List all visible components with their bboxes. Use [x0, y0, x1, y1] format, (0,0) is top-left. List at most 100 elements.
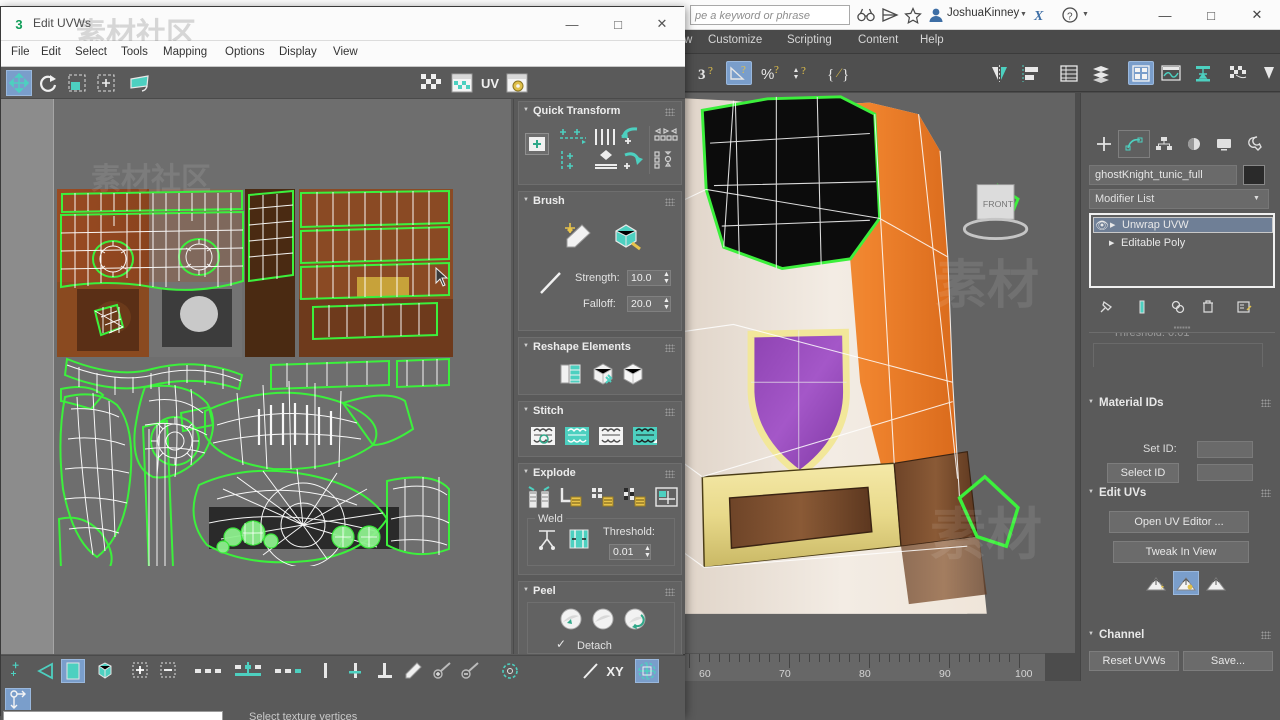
align-horizontal-icon[interactable] [559, 126, 589, 146]
render-icon[interactable] [880, 6, 900, 24]
stitch-selected-icon[interactable] [563, 423, 591, 449]
align-to-edge-icon[interactable] [373, 659, 397, 683]
falloff-spinner[interactable]: ▲ ▼ [663, 297, 670, 311]
layer-explorer-icon[interactable] [1056, 61, 1082, 85]
align-icon[interactable] [1018, 61, 1044, 85]
modifier-stack[interactable]: 👁 ▶ Unwrap UVW ▶ Editable Poly [1089, 213, 1275, 288]
angle-snap-icon[interactable]: ? [726, 61, 752, 85]
uvw-menu-select[interactable]: Select [75, 46, 107, 58]
render-setup-icon[interactable] [1260, 61, 1280, 85]
stitch-source-icon[interactable] [631, 423, 659, 449]
menu-item-scripting[interactable]: Scripting [787, 34, 832, 46]
named-selection-icon[interactable]: { ⁄ } [824, 61, 850, 85]
pelt-map-icon[interactable] [1173, 571, 1199, 595]
shrink-selection-icon[interactable] [157, 659, 181, 683]
object-color-swatch[interactable] [1243, 165, 1265, 185]
modify-tab[interactable] [1118, 130, 1150, 158]
max-close-button[interactable]: ✕ [1234, 0, 1280, 30]
uvw-close-button[interactable]: ✕ [639, 7, 685, 41]
align-vertical-icon[interactable] [559, 150, 589, 172]
modifier-stack-item-unwrap[interactable]: 👁 ▶ Unwrap UVW [1093, 217, 1273, 233]
spinner-snap-icon[interactable]: ? [790, 61, 816, 85]
max-minimize-button[interactable]: — [1142, 0, 1188, 30]
face-select-icon[interactable] [34, 659, 58, 683]
quick-peel-icon[interactable] [1143, 571, 1169, 595]
align-pivot-icon[interactable] [525, 133, 549, 155]
scene-explorer-icon[interactable] [1088, 61, 1114, 85]
user-icon[interactable] [926, 6, 946, 24]
checker-pattern-icon[interactable] [419, 70, 445, 96]
curve-editor-icon[interactable] [1158, 61, 1184, 85]
hierarchy-tab[interactable] [1149, 131, 1179, 157]
loop-uv-icon[interactable] [193, 659, 229, 683]
edit-uvws-dialog[interactable]: 3 Edit UVWs — □ ✕ 素材社区 File Edit Select … [0, 6, 685, 720]
autodesk-x-icon[interactable]: X [1032, 6, 1052, 24]
panel-stitch-header[interactable]: Stitch [519, 402, 681, 420]
move-vertices-icon[interactable] [7, 659, 31, 683]
mirror-icon[interactable] [127, 70, 153, 96]
stitch-diagonal-icon[interactable] [597, 423, 625, 449]
pelt-map-icon-2[interactable] [589, 606, 617, 632]
strength-spinner[interactable]: ▲ ▼ [663, 271, 670, 285]
target-weld-icon[interactable] [533, 526, 561, 554]
align-v-icon[interactable] [313, 659, 337, 683]
display-tab[interactable] [1209, 131, 1239, 157]
select-id-field[interactable] [1197, 464, 1253, 481]
move-icon[interactable] [6, 70, 32, 96]
panel-drag-handle[interactable]: ▪▪▪▪▪▪ [1089, 323, 1275, 333]
panel-quick-transform-header[interactable]: Quick Transform [519, 102, 681, 120]
expand-selection-icon[interactable] [129, 659, 153, 683]
percent-snap-icon[interactable]: % ? [758, 61, 784, 85]
menu-item-view[interactable]: w [684, 34, 692, 46]
uvw-minimize-button[interactable]: — [549, 7, 595, 41]
freeform-mode-icon[interactable] [93, 70, 119, 96]
modifier-stack-item-editpoly[interactable]: ▶ Editable Poly [1093, 235, 1273, 251]
select-by-plus-icon[interactable] [431, 659, 455, 683]
detach-checkbox[interactable]: ✓ [553, 636, 569, 652]
remove-modifier-icon[interactable] [1197, 296, 1219, 318]
rotate-cw-90-icon[interactable] [621, 148, 645, 172]
help-icon[interactable]: ? [1060, 6, 1080, 24]
motion-tab[interactable] [1179, 131, 1209, 157]
space-horizontal-icon[interactable] [593, 126, 617, 148]
uvw-menu-file[interactable]: File [11, 46, 30, 58]
configure-sets-icon[interactable] [1233, 296, 1255, 318]
stitch-custom-icon[interactable] [529, 423, 557, 449]
uvw-menu-edit[interactable]: Edit [41, 46, 61, 58]
make-unique-icon[interactable] [1167, 296, 1189, 318]
map-options-icon[interactable] [504, 70, 530, 96]
rollout-channel-header[interactable]: Channel [1085, 625, 1277, 645]
uvw-menu-mapping[interactable]: Mapping [163, 46, 207, 58]
expand-arrow-icon-2[interactable]: ▶ [1109, 239, 1121, 247]
mirror-icon[interactable] [988, 61, 1014, 85]
binoculars-icon[interactable] [856, 6, 876, 24]
star-icon[interactable] [903, 6, 923, 24]
tweak-in-view-button[interactable]: Tweak In View [1113, 541, 1249, 563]
break-by-angle-icon[interactable] [557, 484, 585, 512]
create-tab[interactable] [1089, 131, 1119, 157]
uvw-menu-tools[interactable]: Tools [121, 46, 148, 58]
peel-mode-icon[interactable] [621, 606, 649, 632]
set-id-field[interactable] [1197, 441, 1253, 458]
straighten-selection-icon[interactable] [557, 360, 585, 388]
rollout-material-ids-header[interactable]: Material IDs [1085, 393, 1277, 413]
scale-icon[interactable] [64, 70, 90, 96]
toggle-ribbon-icon[interactable] [1128, 61, 1154, 85]
brush-falloff-curve-icon[interactable] [537, 268, 565, 298]
reset-uvws-button[interactable]: Reset UVWs [1089, 651, 1179, 671]
rotate-ccw-90-icon[interactable] [619, 124, 643, 146]
align-h-icon[interactable] [343, 659, 367, 683]
paint-select-icon[interactable] [401, 659, 425, 683]
uvw-menu-display[interactable]: Display [279, 46, 317, 58]
uniform-scale-icon[interactable] [579, 659, 603, 683]
save-channel-button[interactable]: Save... [1183, 651, 1273, 671]
planar-map-icon[interactable] [1203, 571, 1229, 595]
expand-arrow-icon[interactable]: ▶ [1110, 221, 1122, 229]
snap-icon[interactable] [93, 659, 117, 683]
threshold-spinner[interactable]: ▲ ▼ [644, 545, 651, 559]
snaps-toggle-icon[interactable]: 3 ? [694, 61, 720, 85]
ring-uv-icon[interactable] [233, 659, 269, 683]
material-editor-icon[interactable] [1226, 61, 1252, 85]
user-caret-icon[interactable]: ▼ [1020, 11, 1027, 18]
rotate-icon[interactable] [35, 70, 61, 96]
